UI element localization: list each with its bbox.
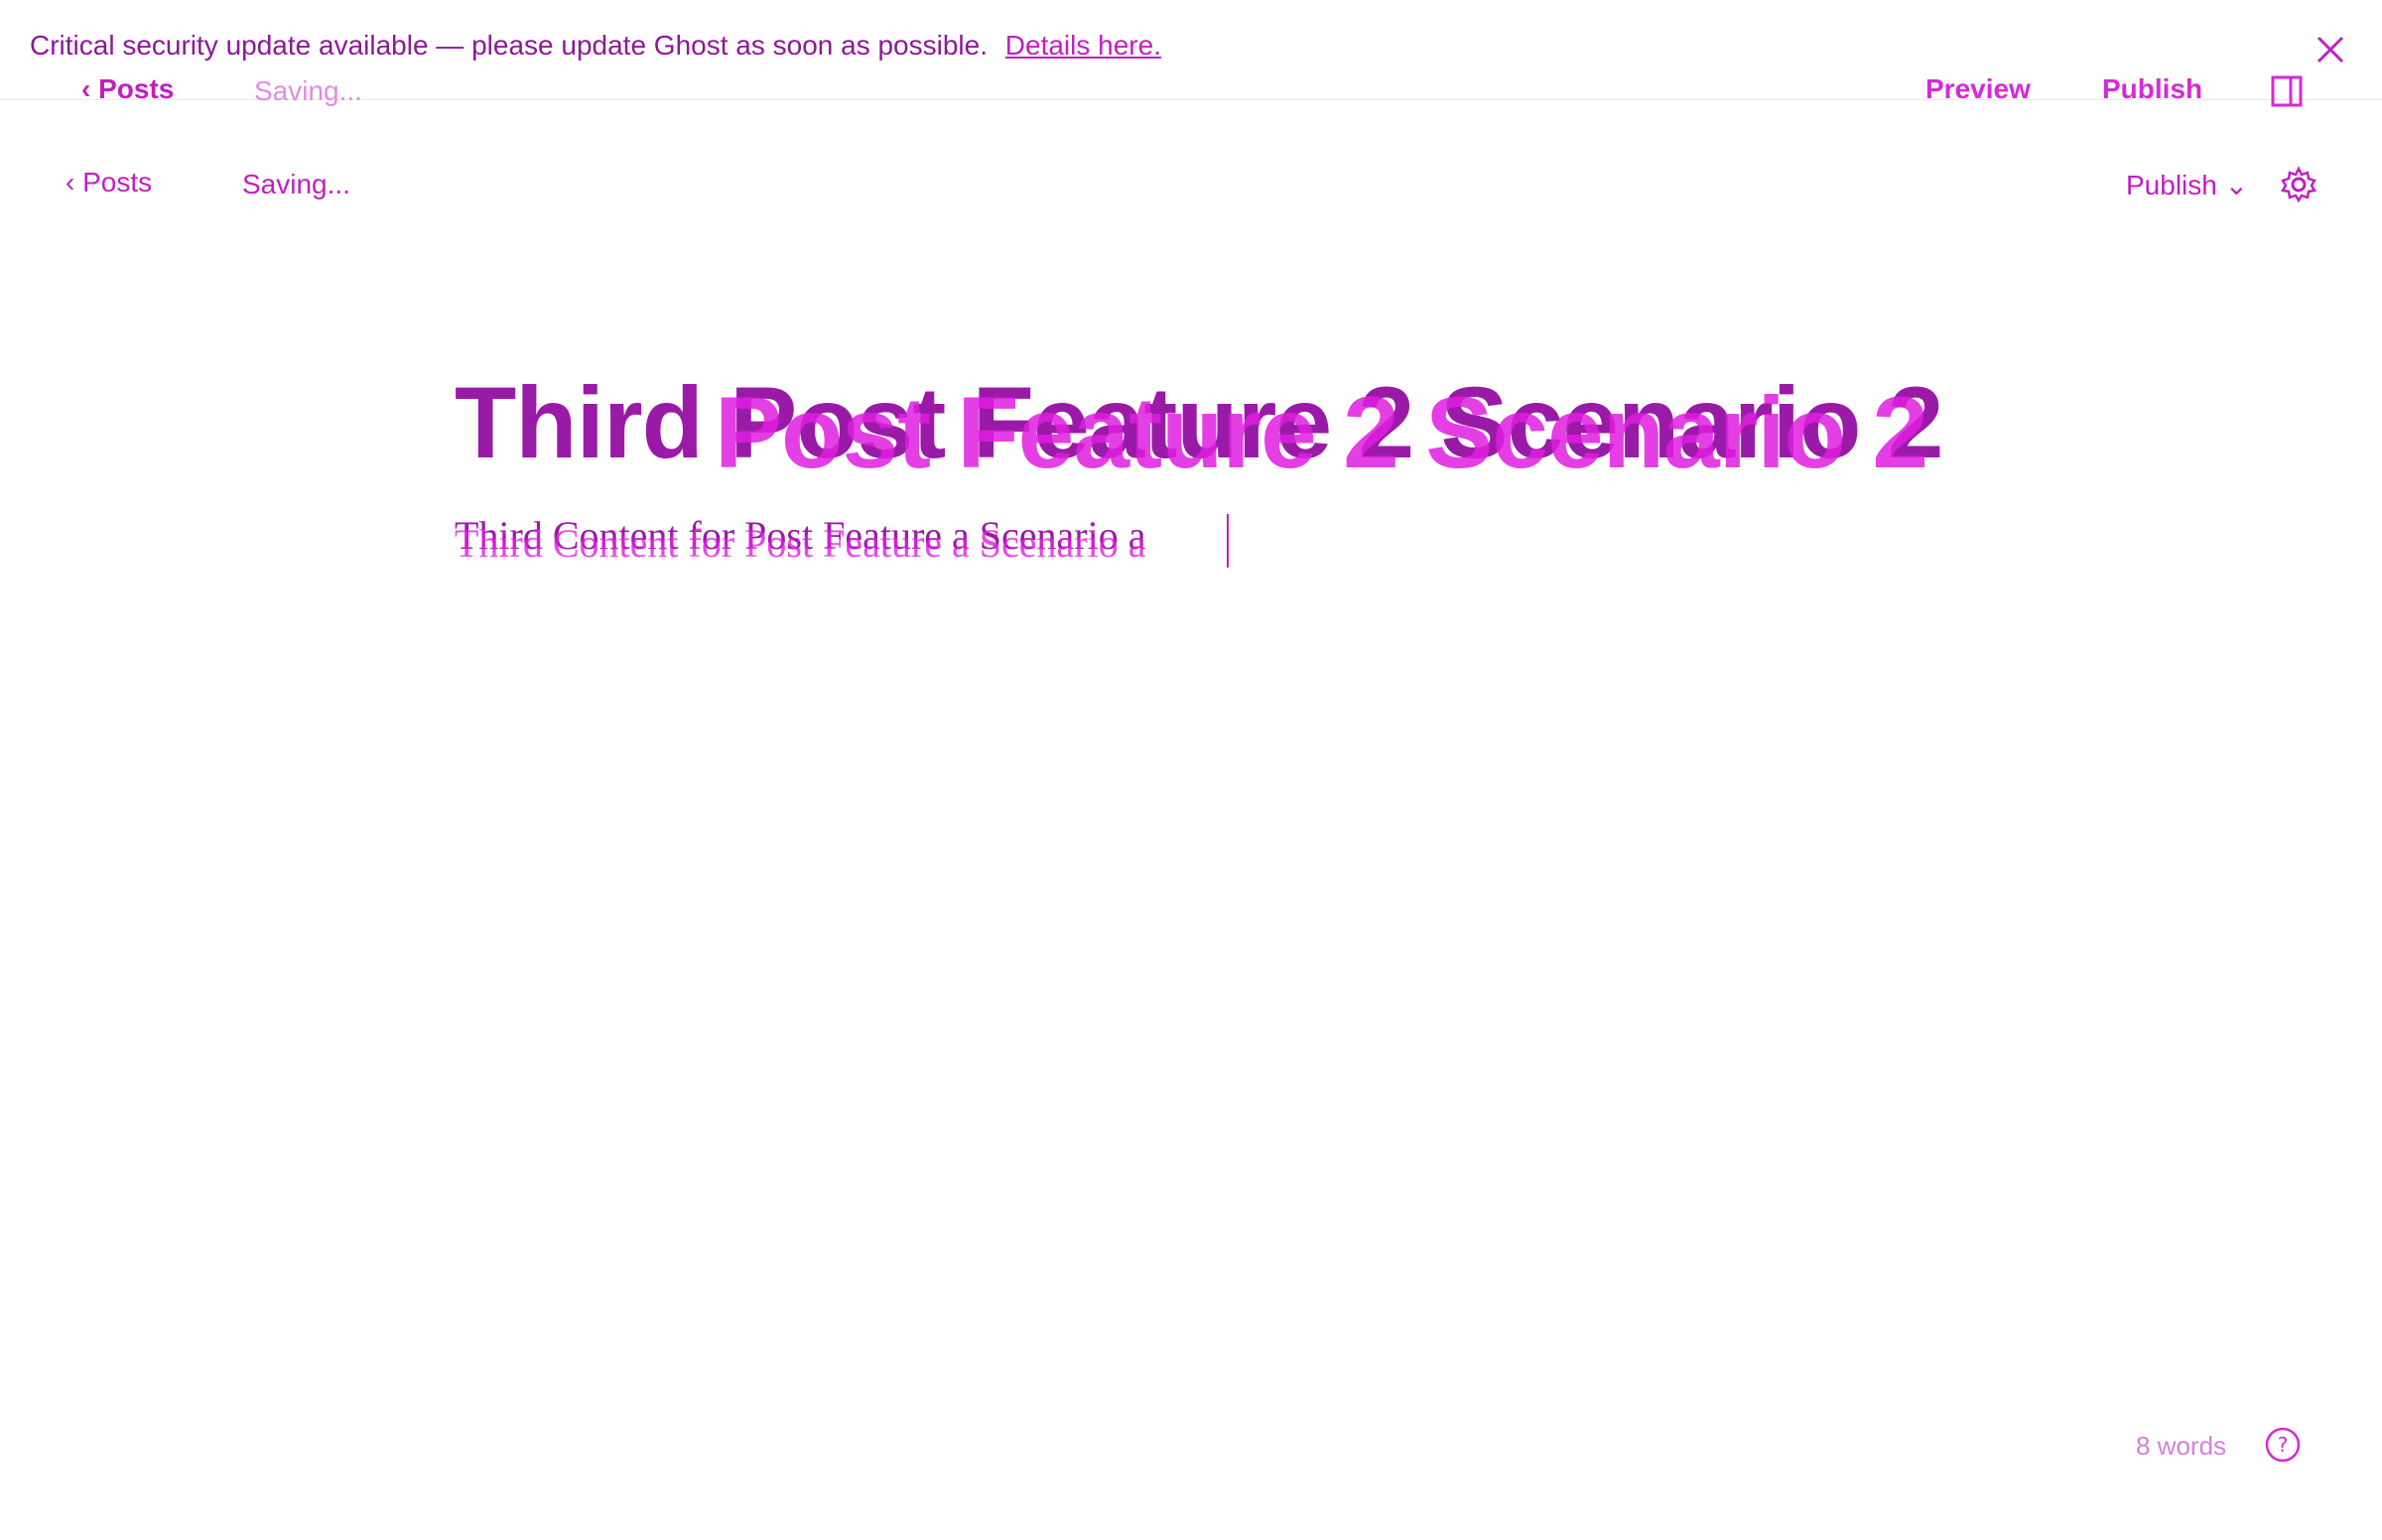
overlay-back-to-posts[interactable]: ‹ Posts (81, 73, 174, 105)
text-cursor (1227, 514, 1229, 568)
svg-text:?: ? (2278, 1433, 2289, 1457)
overlay-back-label: Posts (98, 73, 175, 104)
back-label: Posts (82, 167, 153, 197)
post-body-ghost: Third Content for Post Feature a Scenari… (455, 521, 1146, 566)
preview-button[interactable]: Preview (1925, 73, 2031, 105)
overlay-save-status: Saving... (254, 75, 362, 106)
banner-text: Critical security update available — ple… (30, 30, 1161, 62)
back-to-posts[interactable]: ‹ Posts (66, 167, 152, 198)
save-status: Saving... (242, 169, 350, 199)
publish-label: Publish (2126, 170, 2217, 200)
chevron-left-icon: ‹ (66, 167, 75, 197)
overlay-publish-button[interactable]: Publish (2102, 73, 2202, 105)
banner-message: Critical security update available — ple… (30, 30, 988, 61)
gear-icon[interactable] (2279, 165, 2318, 204)
post-title-ghost: Post Feature 2 Scenario 2 (715, 376, 1928, 489)
publish-dropdown[interactable]: Publish ⌄ (2126, 169, 2248, 201)
chevron-down-icon: ⌄ (2224, 170, 2249, 200)
sidebar-panel-icon[interactable] (2271, 75, 2303, 107)
close-icon[interactable] (2311, 30, 2350, 69)
word-count: 8 words (2136, 1431, 2227, 1461)
chevron-left-icon: ‹ (81, 73, 91, 104)
banner-details-link[interactable]: Details here. (1005, 30, 1161, 61)
help-icon[interactable]: ? (2263, 1425, 2303, 1465)
